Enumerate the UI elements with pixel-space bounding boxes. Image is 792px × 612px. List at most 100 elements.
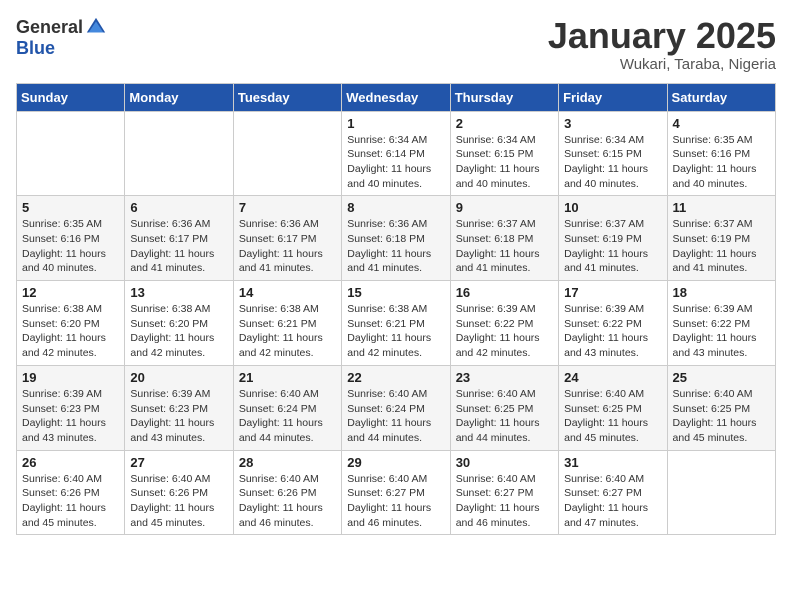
- page-header: General Blue January 2025 Wukari, Taraba…: [16, 16, 776, 73]
- day-info: Sunrise: 6:36 AM Sunset: 6:17 PM Dayligh…: [130, 217, 227, 276]
- logo: General Blue: [16, 16, 107, 59]
- calendar-cell: 18 Sunrise: 6:39 AM Sunset: 6:22 PM Dayli…: [667, 281, 775, 366]
- day-number: 4: [673, 116, 770, 131]
- day-info: Sunrise: 6:40 AM Sunset: 6:24 PM Dayligh…: [239, 387, 336, 446]
- calendar-cell: 21 Sunrise: 6:40 AM Sunset: 6:24 PM Dayli…: [233, 365, 341, 450]
- logo-general-text: General: [16, 17, 83, 38]
- calendar-cell: 6 Sunrise: 6:36 AM Sunset: 6:17 PM Daylig…: [125, 196, 233, 281]
- calendar-week-row: 1 Sunrise: 6:34 AM Sunset: 6:14 PM Daylig…: [17, 111, 776, 196]
- calendar-cell: 2 Sunrise: 6:34 AM Sunset: 6:15 PM Daylig…: [450, 111, 558, 196]
- column-header-saturday: Saturday: [667, 83, 775, 111]
- day-info: Sunrise: 6:34 AM Sunset: 6:15 PM Dayligh…: [456, 133, 553, 192]
- calendar-cell: 4Sunrise: 6:35 AM Sunset: 6:16 PM Daylig…: [667, 111, 775, 196]
- day-info: Sunrise: 6:40 AM Sunset: 6:25 PM Dayligh…: [673, 387, 770, 446]
- day-info: Sunrise: 6:39 AM Sunset: 6:22 PM Dayligh…: [456, 302, 553, 361]
- calendar-cell: 5Sunrise: 6:35 AM Sunset: 6:16 PM Daylig…: [17, 196, 125, 281]
- calendar-cell: [667, 450, 775, 535]
- day-number: 15: [347, 285, 444, 300]
- day-number: 24: [564, 370, 661, 385]
- calendar-cell: 22 Sunrise: 6:40 AM Sunset: 6:24 PM Dayli…: [342, 365, 450, 450]
- day-info: Sunrise: 6:38 AM Sunset: 6:21 PM Dayligh…: [347, 302, 444, 361]
- day-info: Sunrise: 6:36 AM Sunset: 6:17 PM Dayligh…: [239, 217, 336, 276]
- day-info: Sunrise: 6:40 AM Sunset: 6:26 PM Dayligh…: [130, 472, 227, 531]
- day-number: 1: [347, 116, 444, 131]
- day-number: 3: [564, 116, 661, 131]
- day-number: 25: [673, 370, 770, 385]
- calendar-cell: 24 Sunrise: 6:40 AM Sunset: 6:25 PM Dayli…: [559, 365, 667, 450]
- calendar-cell: 7 Sunrise: 6:36 AM Sunset: 6:17 PM Daylig…: [233, 196, 341, 281]
- day-info: Sunrise: 6:40 AM Sunset: 6:24 PM Dayligh…: [347, 387, 444, 446]
- month-title: January 2025: [548, 16, 776, 56]
- day-info: Sunrise: 6:37 AM Sunset: 6:19 PM Dayligh…: [564, 217, 661, 276]
- title-block: January 2025 Wukari, Taraba, Nigeria: [548, 16, 776, 73]
- day-info: Sunrise: 6:38 AM Sunset: 6:20 PM Dayligh…: [130, 302, 227, 361]
- day-info: Sunrise: 6:34 AM Sunset: 6:15 PM Dayligh…: [564, 133, 661, 192]
- calendar-week-row: 19 Sunrise: 6:39 AM Sunset: 6:23 PM Dayli…: [17, 365, 776, 450]
- day-info: Sunrise: 6:40 AM Sunset: 6:26 PM Dayligh…: [239, 472, 336, 531]
- calendar-week-row: 26 Sunrise: 6:40 AM Sunset: 6:26 PM Dayli…: [17, 450, 776, 535]
- calendar-cell: [125, 111, 233, 196]
- calendar-cell: 17Sunrise: 6:39 AM Sunset: 6:22 PM Dayli…: [559, 281, 667, 366]
- day-number: 10: [564, 200, 661, 215]
- day-number: 17: [564, 285, 661, 300]
- calendar-cell: 29 Sunrise: 6:40 AM Sunset: 6:27 PM Dayli…: [342, 450, 450, 535]
- day-info: Sunrise: 6:40 AM Sunset: 6:27 PM Dayligh…: [564, 472, 661, 531]
- day-info: Sunrise: 6:40 AM Sunset: 6:27 PM Dayligh…: [456, 472, 553, 531]
- day-info: Sunrise: 6:39 AM Sunset: 6:23 PM Dayligh…: [22, 387, 119, 446]
- day-number: 20: [130, 370, 227, 385]
- calendar-cell: 26 Sunrise: 6:40 AM Sunset: 6:26 PM Dayli…: [17, 450, 125, 535]
- day-info: Sunrise: 6:34 AM Sunset: 6:14 PM Dayligh…: [347, 133, 444, 192]
- calendar-cell: 10 Sunrise: 6:37 AM Sunset: 6:19 PM Dayli…: [559, 196, 667, 281]
- calendar-cell: 11Sunrise: 6:37 AM Sunset: 6:19 PM Dayli…: [667, 196, 775, 281]
- day-number: 11: [673, 200, 770, 215]
- day-number: 22: [347, 370, 444, 385]
- day-info: Sunrise: 6:40 AM Sunset: 6:25 PM Dayligh…: [456, 387, 553, 446]
- calendar-cell: [233, 111, 341, 196]
- calendar-cell: 23Sunrise: 6:40 AM Sunset: 6:25 PM Dayli…: [450, 365, 558, 450]
- location-text: Wukari, Taraba, Nigeria: [548, 56, 776, 73]
- day-number: 2: [456, 116, 553, 131]
- calendar-table: SundayMondayTuesdayWednesdayThursdayFrid…: [16, 83, 776, 536]
- calendar-cell: 27Sunrise: 6:40 AM Sunset: 6:26 PM Dayli…: [125, 450, 233, 535]
- day-info: Sunrise: 6:39 AM Sunset: 6:23 PM Dayligh…: [130, 387, 227, 446]
- calendar-cell: 8Sunrise: 6:36 AM Sunset: 6:18 PM Daylig…: [342, 196, 450, 281]
- calendar-cell: 13 Sunrise: 6:38 AM Sunset: 6:20 PM Dayli…: [125, 281, 233, 366]
- day-number: 18: [673, 285, 770, 300]
- day-number: 19: [22, 370, 119, 385]
- day-number: 26: [22, 455, 119, 470]
- day-info: Sunrise: 6:38 AM Sunset: 6:21 PM Dayligh…: [239, 302, 336, 361]
- day-number: 7: [239, 200, 336, 215]
- day-info: Sunrise: 6:38 AM Sunset: 6:20 PM Dayligh…: [22, 302, 119, 361]
- calendar-cell: 12 Sunrise: 6:38 AM Sunset: 6:20 PM Dayli…: [17, 281, 125, 366]
- day-number: 12: [22, 285, 119, 300]
- day-number: 16: [456, 285, 553, 300]
- day-number: 28: [239, 455, 336, 470]
- day-info: Sunrise: 6:39 AM Sunset: 6:22 PM Dayligh…: [673, 302, 770, 361]
- day-number: 6: [130, 200, 227, 215]
- column-header-friday: Friday: [559, 83, 667, 111]
- column-header-sunday: Sunday: [17, 83, 125, 111]
- day-number: 29: [347, 455, 444, 470]
- day-number: 31: [564, 455, 661, 470]
- calendar-cell: 25 Sunrise: 6:40 AM Sunset: 6:25 PM Dayli…: [667, 365, 775, 450]
- calendar-cell: 9 Sunrise: 6:37 AM Sunset: 6:18 PM Daylig…: [450, 196, 558, 281]
- calendar-week-row: 5Sunrise: 6:35 AM Sunset: 6:16 PM Daylig…: [17, 196, 776, 281]
- calendar-cell: 15 Sunrise: 6:38 AM Sunset: 6:21 PM Dayli…: [342, 281, 450, 366]
- logo-blue-text: Blue: [16, 38, 55, 59]
- day-number: 13: [130, 285, 227, 300]
- day-number: 5: [22, 200, 119, 215]
- column-header-tuesday: Tuesday: [233, 83, 341, 111]
- day-info: Sunrise: 6:40 AM Sunset: 6:25 PM Dayligh…: [564, 387, 661, 446]
- calendar-cell: 16 Sunrise: 6:39 AM Sunset: 6:22 PM Dayli…: [450, 281, 558, 366]
- calendar-cell: [17, 111, 125, 196]
- day-info: Sunrise: 6:40 AM Sunset: 6:27 PM Dayligh…: [347, 472, 444, 531]
- day-number: 21: [239, 370, 336, 385]
- day-number: 9: [456, 200, 553, 215]
- day-info: Sunrise: 6:36 AM Sunset: 6:18 PM Dayligh…: [347, 217, 444, 276]
- calendar-cell: 31 Sunrise: 6:40 AM Sunset: 6:27 PM Dayli…: [559, 450, 667, 535]
- day-info: Sunrise: 6:37 AM Sunset: 6:18 PM Dayligh…: [456, 217, 553, 276]
- calendar-cell: 1 Sunrise: 6:34 AM Sunset: 6:14 PM Daylig…: [342, 111, 450, 196]
- calendar-cell: 14Sunrise: 6:38 AM Sunset: 6:21 PM Dayli…: [233, 281, 341, 366]
- calendar-cell: 3 Sunrise: 6:34 AM Sunset: 6:15 PM Daylig…: [559, 111, 667, 196]
- day-info: Sunrise: 6:40 AM Sunset: 6:26 PM Dayligh…: [22, 472, 119, 531]
